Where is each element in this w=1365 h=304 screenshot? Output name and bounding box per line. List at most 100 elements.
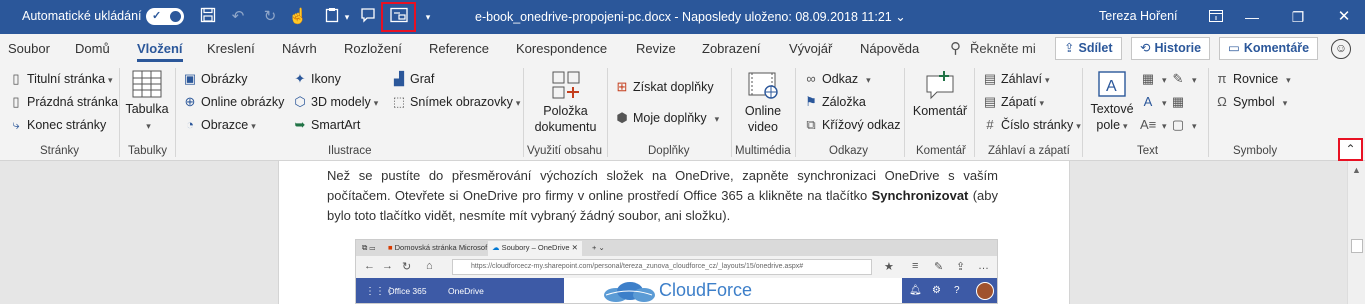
group-separator xyxy=(175,68,176,157)
chevron-down-icon[interactable]: ▾ xyxy=(337,7,357,27)
sharepoint-suite-bar: ⋮⋮⋮ Office 365 OneDrive CloudForce 🔔︎ ⚙ … xyxy=(356,278,997,303)
scroll-up-icon[interactable]: ▲ xyxy=(1352,165,1361,175)
svg-text:A: A xyxy=(1106,78,1117,95)
symbol-button[interactable]: Ω Symbol ▾ xyxy=(1214,92,1287,112)
3d-models-button[interactable]: ⬡ 3D modely ▾ xyxy=(292,92,378,112)
scroll-thumb[interactable] xyxy=(1351,239,1363,253)
document-paragraph[interactable]: Než se pustíte do přesměrování výchozích… xyxy=(327,166,998,226)
table-label: Tabulka xyxy=(125,102,169,116)
new-comment-button[interactable]: Komentář xyxy=(909,70,971,119)
autosave-label: Automatické ukládání xyxy=(22,9,142,23)
collapse-ribbon-button[interactable]: ⌃ xyxy=(1338,138,1363,161)
cross-reference-button[interactable]: ⧉ Křížový odkaz xyxy=(803,115,900,135)
quick-parts-button[interactable]: ▦ ▾ xyxy=(1140,69,1167,89)
new-comment-icon[interactable] xyxy=(358,7,378,27)
tab-developer[interactable]: Vývojář xyxy=(789,41,832,56)
tab-mailings[interactable]: Korespondence xyxy=(516,41,607,56)
footer-button[interactable]: ▤ Zápatí ▾ xyxy=(982,92,1044,112)
bookmark-button[interactable]: ⚑ Záložka xyxy=(803,92,866,112)
ribbon-display-icon[interactable] xyxy=(1205,6,1227,28)
tab-review[interactable]: Revize xyxy=(636,41,676,56)
blank-page-button[interactable]: ▯ Prázdná stránka xyxy=(8,92,118,112)
undo-icon[interactable]: ↶ xyxy=(228,7,248,27)
title-page-button[interactable]: ▯ Titulní stránka ▾ xyxy=(8,69,112,89)
shapes-button[interactable]: ◔ Obrazce ▾ xyxy=(182,115,256,135)
group-label-header-footer: Záhlaví a zápatí xyxy=(988,145,1070,157)
date-time-button[interactable]: ▦ xyxy=(1170,92,1189,112)
group-separator xyxy=(904,68,905,157)
online-video-button[interactable]: Online video xyxy=(737,70,789,135)
my-addins-button[interactable]: ⬢ Moje doplňky ▾ xyxy=(614,108,719,128)
save-icon[interactable] xyxy=(198,7,218,27)
group-label-symbols: Symboly xyxy=(1233,145,1278,157)
cube-icon: ⬡ xyxy=(294,94,306,109)
tab-help[interactable]: Nápověda xyxy=(860,41,919,56)
browser-tab-strip: ⧉ ▭ ■ Domovská stránka Microsof ✕ ☁ Soub… xyxy=(356,240,997,256)
embedded-screenshot[interactable]: ⧉ ▭ ■ Domovská stránka Microsof ✕ ☁ Soub… xyxy=(355,239,998,304)
page-number-button[interactable]: # Číslo stránky ▾ xyxy=(982,115,1081,135)
object-button[interactable]: ▢ ▾ xyxy=(1170,115,1197,135)
help-icon: ? xyxy=(954,285,960,296)
drop-cap-button[interactable]: A≡ ▾ xyxy=(1140,115,1167,135)
redo-icon[interactable]: ↻ xyxy=(260,7,280,27)
my-addins-label: Moje doplňky xyxy=(633,111,707,125)
header-button[interactable]: ▤ Záhlaví ▾ xyxy=(982,69,1050,89)
shapes-label: Obrazce xyxy=(201,118,249,132)
restore-icon[interactable]: ❐ xyxy=(1287,6,1309,28)
textbox-button[interactable]: A Textové pole ▾ xyxy=(1087,70,1137,134)
group-label-comments: Komentář xyxy=(916,145,966,157)
online-pictures-button[interactable]: ⊕ Online obrázky xyxy=(182,92,285,112)
tab-design[interactable]: Návrh xyxy=(282,41,317,56)
minimize-icon[interactable]: — xyxy=(1241,6,1263,28)
autosave-toggle[interactable]: ✓ xyxy=(146,8,184,25)
feedback-smile-icon[interactable]: ☺ xyxy=(1331,39,1351,59)
more-icon: … xyxy=(978,260,989,272)
tab-file[interactable]: Soubor xyxy=(8,41,50,56)
smartart-button[interactable]: ➥ SmartArt xyxy=(292,115,361,135)
history-button[interactable]: ⟲ Historie xyxy=(1131,37,1211,60)
forward-icon: → xyxy=(382,260,393,272)
close-icon[interactable]: ✕ xyxy=(1333,6,1355,28)
chart-button[interactable]: ▟ Graf xyxy=(391,69,434,89)
user-name[interactable]: Tereza Hoření xyxy=(1099,9,1178,23)
icons-button[interactable]: ✦ Ikony xyxy=(292,69,341,89)
page-break-button[interactable]: ⤷ Konec stránky xyxy=(8,115,106,135)
vertical-scrollbar[interactable]: ▲ xyxy=(1347,161,1365,304)
equation-button[interactable]: π Rovnice ▾ xyxy=(1214,69,1291,89)
group-separator xyxy=(607,68,608,157)
signature-line-button[interactable]: ✎ ▾ xyxy=(1170,69,1197,89)
smartart-icon: ➥ xyxy=(294,117,306,132)
document-title[interactable]: e-book_onedrive-propojeni-pc.docx - Napo… xyxy=(475,9,906,24)
page-break-icon: ⤷ xyxy=(12,117,20,132)
customize-toolbar-icon[interactable]: ▾ xyxy=(418,7,438,27)
tab-home[interactable]: Domů xyxy=(75,41,110,56)
chevron-down-icon: ▾ xyxy=(1076,121,1081,131)
tab-view[interactable]: Zobrazení xyxy=(702,41,761,56)
tell-me-search[interactable]: Řekněte mi xyxy=(970,41,1036,56)
pictures-button[interactable]: ▣ Obrázky xyxy=(182,69,248,89)
group-label-illustrations: Ilustrace xyxy=(328,145,372,157)
cloudforce-text: CloudForce xyxy=(659,280,753,300)
tab-insert[interactable]: Vložení xyxy=(137,41,183,62)
tab-layout[interactable]: Rozložení xyxy=(344,41,402,56)
comment-plus-icon xyxy=(926,71,954,100)
textbox-label-1: Textové xyxy=(1090,102,1134,116)
tab-draw[interactable]: Kreslení xyxy=(207,41,255,56)
video-icon xyxy=(748,72,778,99)
toggle-knob xyxy=(170,11,181,22)
screenshot-button[interactable]: ⬚ Snímek obrazovky ▾ xyxy=(391,92,521,112)
group-separator xyxy=(974,68,975,157)
link-button[interactable]: ∞ Odkaz ▾ xyxy=(803,69,870,89)
tab-references[interactable]: Reference xyxy=(429,41,489,56)
header-icon: ▤ xyxy=(983,71,997,86)
wordart-button[interactable]: A ▾ xyxy=(1140,92,1167,112)
footer-icon: ▤ xyxy=(983,94,997,109)
touch-mode-icon[interactable]: ☝ xyxy=(288,7,308,27)
group-separator xyxy=(795,68,796,157)
comments-button[interactable]: ▭ Komentáře xyxy=(1219,37,1319,60)
table-button[interactable]: Tabulka ▾ xyxy=(124,70,170,134)
get-addins-button[interactable]: ⊞ Získat doplňky xyxy=(614,77,714,97)
calendar-icon: ▦ xyxy=(1171,94,1185,109)
document-item-button[interactable]: Položka dokumentu xyxy=(528,70,603,135)
share-button[interactable]: ⇪ Sdílet xyxy=(1055,37,1122,60)
